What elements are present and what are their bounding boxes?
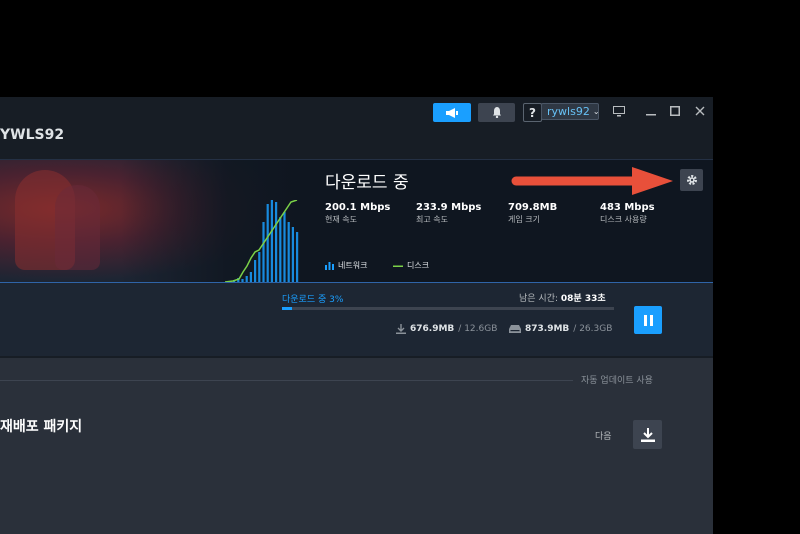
progress-bar bbox=[282, 307, 614, 310]
queued-item-title: 재배포 패키지 bbox=[0, 419, 83, 435]
account-menu[interactable]: rywls92 ⌄ bbox=[541, 103, 600, 120]
network-bar bbox=[270, 200, 273, 282]
stat-disk-usage: 483 Mbps 디스크 사용량 bbox=[600, 202, 655, 224]
help-button[interactable]: ? bbox=[523, 103, 542, 122]
network-bar bbox=[275, 202, 278, 282]
time-remaining: 남은 시간: 08분 33초 bbox=[519, 294, 606, 304]
start-download-button[interactable] bbox=[633, 420, 662, 449]
network-bar bbox=[245, 276, 248, 282]
stat-current-speed: 200.1 Mbps 현재 속도 bbox=[325, 202, 391, 224]
steam-download-window: YWLS92 ? rywls92 ⌄ 다운로드 중 200.1 Mbps 현재 … bbox=[0, 97, 713, 534]
chevron-down-icon: ⌄ bbox=[592, 107, 600, 116]
auto-update-label: 자동 업데이트 사용 bbox=[581, 376, 653, 386]
gear-icon bbox=[686, 175, 697, 185]
network-bar bbox=[291, 227, 294, 282]
legend-network: 네트워크 bbox=[325, 260, 367, 271]
download-queue: 자동 업데이트 사용 재배포 패키지 다음 bbox=[0, 358, 713, 534]
network-bar bbox=[262, 222, 265, 282]
account-name: rywls92 bbox=[547, 105, 590, 118]
monitor-icon bbox=[613, 105, 625, 116]
download-icon bbox=[640, 427, 655, 442]
minimize-icon bbox=[646, 114, 656, 116]
progress-fill bbox=[282, 307, 292, 310]
network-bar bbox=[279, 217, 282, 282]
bell-icon bbox=[492, 107, 501, 118]
download-summary-panel: 다운로드 중 200.1 Mbps 현재 속도 233.9 Mbps 최고 속도… bbox=[0, 159, 713, 284]
title-bar: YWLS92 ? rywls92 ⌄ bbox=[0, 97, 713, 159]
big-picture-button[interactable] bbox=[611, 103, 627, 119]
pause-icon bbox=[643, 314, 647, 326]
disk-usage-line bbox=[225, 200, 298, 282]
current-download-row: 다운로드 중 3% 남은 시간: 08분 33초 676.9MB / 12.6G… bbox=[0, 283, 713, 356]
network-bar bbox=[249, 272, 252, 282]
network-bar bbox=[266, 204, 269, 282]
arrow-annotation-icon bbox=[511, 167, 673, 195]
maximize-button[interactable] bbox=[667, 103, 683, 119]
stat-game-size: 709.8MB 게임 크기 bbox=[508, 202, 558, 224]
progress-label: 다운로드 중 3% bbox=[282, 295, 344, 305]
network-bar bbox=[287, 222, 290, 282]
network-bar bbox=[241, 279, 244, 282]
bar-chart-icon bbox=[325, 261, 334, 270]
disk-progress: 873.9MB / 26.3GB bbox=[509, 324, 612, 334]
network-bar bbox=[258, 252, 261, 282]
network-bar bbox=[283, 212, 286, 282]
close-icon bbox=[695, 106, 705, 116]
announcements-button[interactable] bbox=[433, 103, 471, 122]
megaphone-icon bbox=[446, 107, 458, 118]
legend-disk: 디스크 bbox=[393, 260, 429, 271]
divider bbox=[0, 380, 573, 381]
page-title: YWLS92 bbox=[0, 127, 65, 143]
notifications-button[interactable] bbox=[478, 103, 515, 122]
network-progress: 676.9MB / 12.6GB bbox=[396, 324, 497, 334]
download-settings-button[interactable] bbox=[680, 169, 703, 191]
queued-status-label: 다음 bbox=[595, 432, 612, 442]
line-icon bbox=[393, 265, 403, 267]
pause-button[interactable] bbox=[634, 306, 662, 334]
network-bar bbox=[296, 232, 299, 282]
maximize-icon bbox=[670, 106, 680, 116]
download-status-title: 다운로드 중 bbox=[325, 173, 409, 193]
download-icon bbox=[396, 324, 406, 334]
stat-peak-speed: 233.9 Mbps 최고 속도 bbox=[416, 202, 482, 224]
bandwidth-graph bbox=[225, 200, 299, 282]
minimize-button[interactable] bbox=[643, 103, 659, 119]
hard-drive-icon bbox=[509, 325, 521, 333]
close-button[interactable] bbox=[692, 103, 708, 119]
network-bar bbox=[254, 260, 257, 282]
